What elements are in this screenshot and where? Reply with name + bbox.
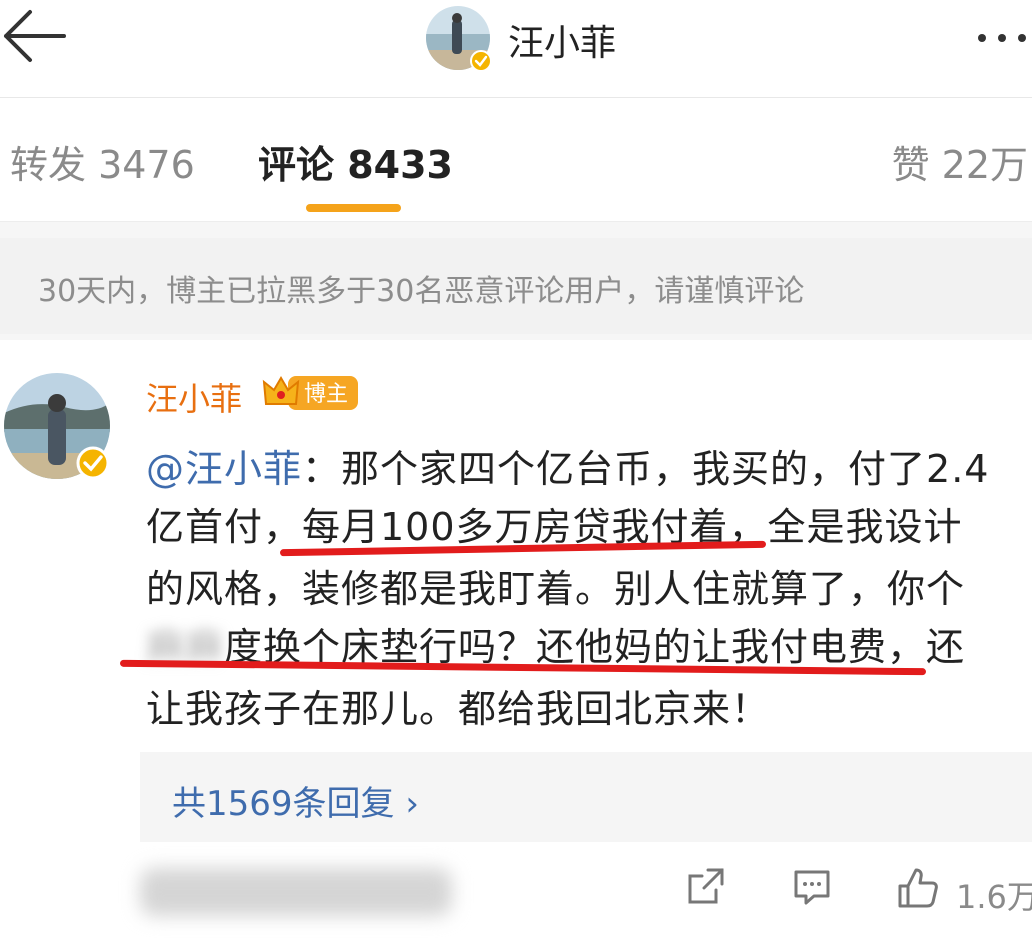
comment-line-3: 的风格，装修都是我盯着。别人住就算了，你个: [146, 567, 966, 611]
page-title: 汪小菲: [508, 23, 617, 64]
notice-banner: 30天内，博主已拉黑多于30名恶意评论用户，请谨慎评论: [0, 238, 1032, 334]
back-arrow-icon[interactable]: [0, 6, 70, 66]
comment-author[interactable]: 汪小菲: [146, 374, 242, 420]
more-dots-icon[interactable]: [968, 18, 1032, 58]
tab-like[interactable]: 赞 22万: [892, 134, 1028, 189]
verified-icon: [470, 50, 492, 72]
notice-text: 30天内，博主已拉黑多于30名恶意评论用户，请谨慎评论: [38, 274, 805, 309]
thumbs-up-icon[interactable]: [896, 866, 940, 910]
tab-comment[interactable]: 评论 8433: [258, 134, 453, 189]
like-count: 1.6万: [956, 878, 1032, 916]
author-badge: 博主: [304, 382, 349, 407]
comment-line-1: @汪小菲：那个家四个亿台币，我买的，付了2.4: [146, 447, 990, 491]
share-icon[interactable]: [686, 866, 726, 906]
replies-link[interactable]: 共1569条回复 ›: [172, 776, 419, 825]
tab-repost[interactable]: 转发 3476: [10, 134, 195, 189]
comment-line-2: 亿首付，每月100多万房贷我付着，全是我设计: [146, 505, 963, 549]
comment-line-5: 让我孩子在那儿。都给我回北京来！: [146, 687, 771, 731]
verified-icon: [76, 446, 110, 480]
mention-link[interactable]: @汪小菲: [146, 447, 302, 491]
active-tab-indicator: [306, 204, 401, 212]
replies-box[interactable]: 共1569条回复 ›: [140, 752, 1032, 842]
top-bar: 汪小菲: [0, 0, 1032, 98]
comment-icon[interactable]: [792, 866, 832, 906]
blurred-timestamp: [140, 868, 452, 916]
tab-bar: 转发 3476 评论 8433 赞 22万: [0, 98, 1032, 222]
